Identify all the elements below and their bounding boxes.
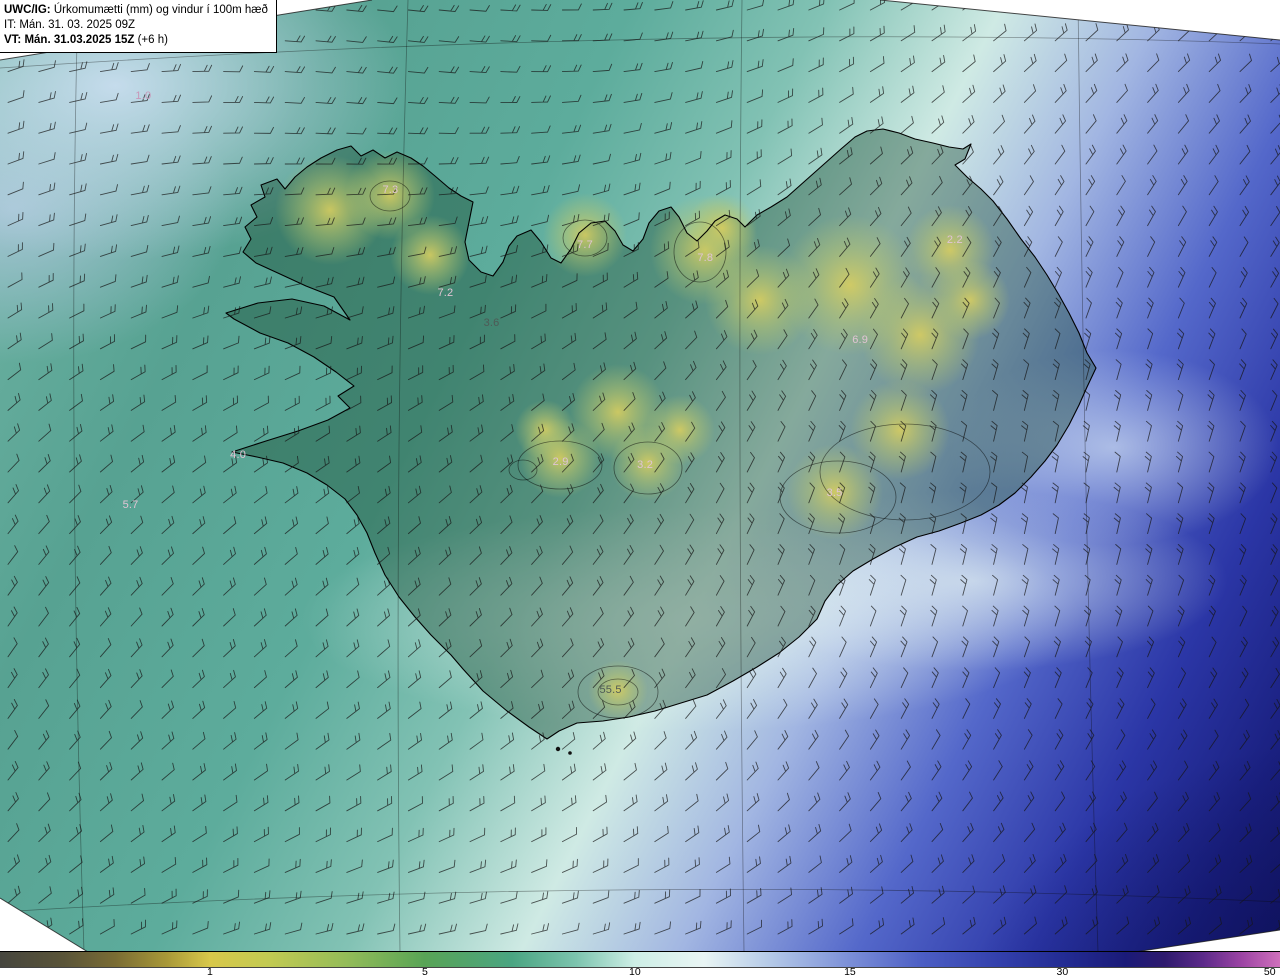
- product-code: UWC/IG:: [4, 4, 51, 16]
- colorbar-tick: 30: [1056, 966, 1069, 978]
- init-time: IT: Mán. 31. 03. 2025 09Z: [4, 19, 136, 31]
- colorbar-tick: 1: [206, 966, 213, 978]
- product-title: UWC/IG: Úrkomumætti (mm) og vindur í 100…: [4, 3, 268, 18]
- valid-time-offset: (+6 h): [134, 34, 168, 46]
- colorbar-tick: 50: [1263, 966, 1276, 978]
- colorbar: 1 5 10 15 30 50: [0, 951, 1280, 978]
- colorbar-ticks: 1 5 10 15 30 50: [0, 966, 1280, 978]
- colorbar-tick: 5: [422, 966, 428, 978]
- precipitation-field: [0, 0, 1280, 952]
- colorbar-tick: 10: [629, 966, 641, 978]
- weather-map-page: 1.0 7.3 7.7 7.8 2.2 7.2 3.6 6.9 4.0 2.9 3.2 3.5 5.7 5…: [0, 0, 1280, 978]
- title-box: UWC/IG: Úrkomumætti (mm) og vindur í 100…: [0, 0, 277, 53]
- product-description: Úrkomumætti (mm) og vindur í 100m hæð: [50, 4, 268, 16]
- valid-time-bold: VT: Mán. 31.03.2025 15Z: [4, 34, 135, 46]
- valid-time: VT: Mán. 31.03.2025 15Z (+6 h): [4, 33, 268, 48]
- colorbar-tick: 15: [844, 966, 856, 978]
